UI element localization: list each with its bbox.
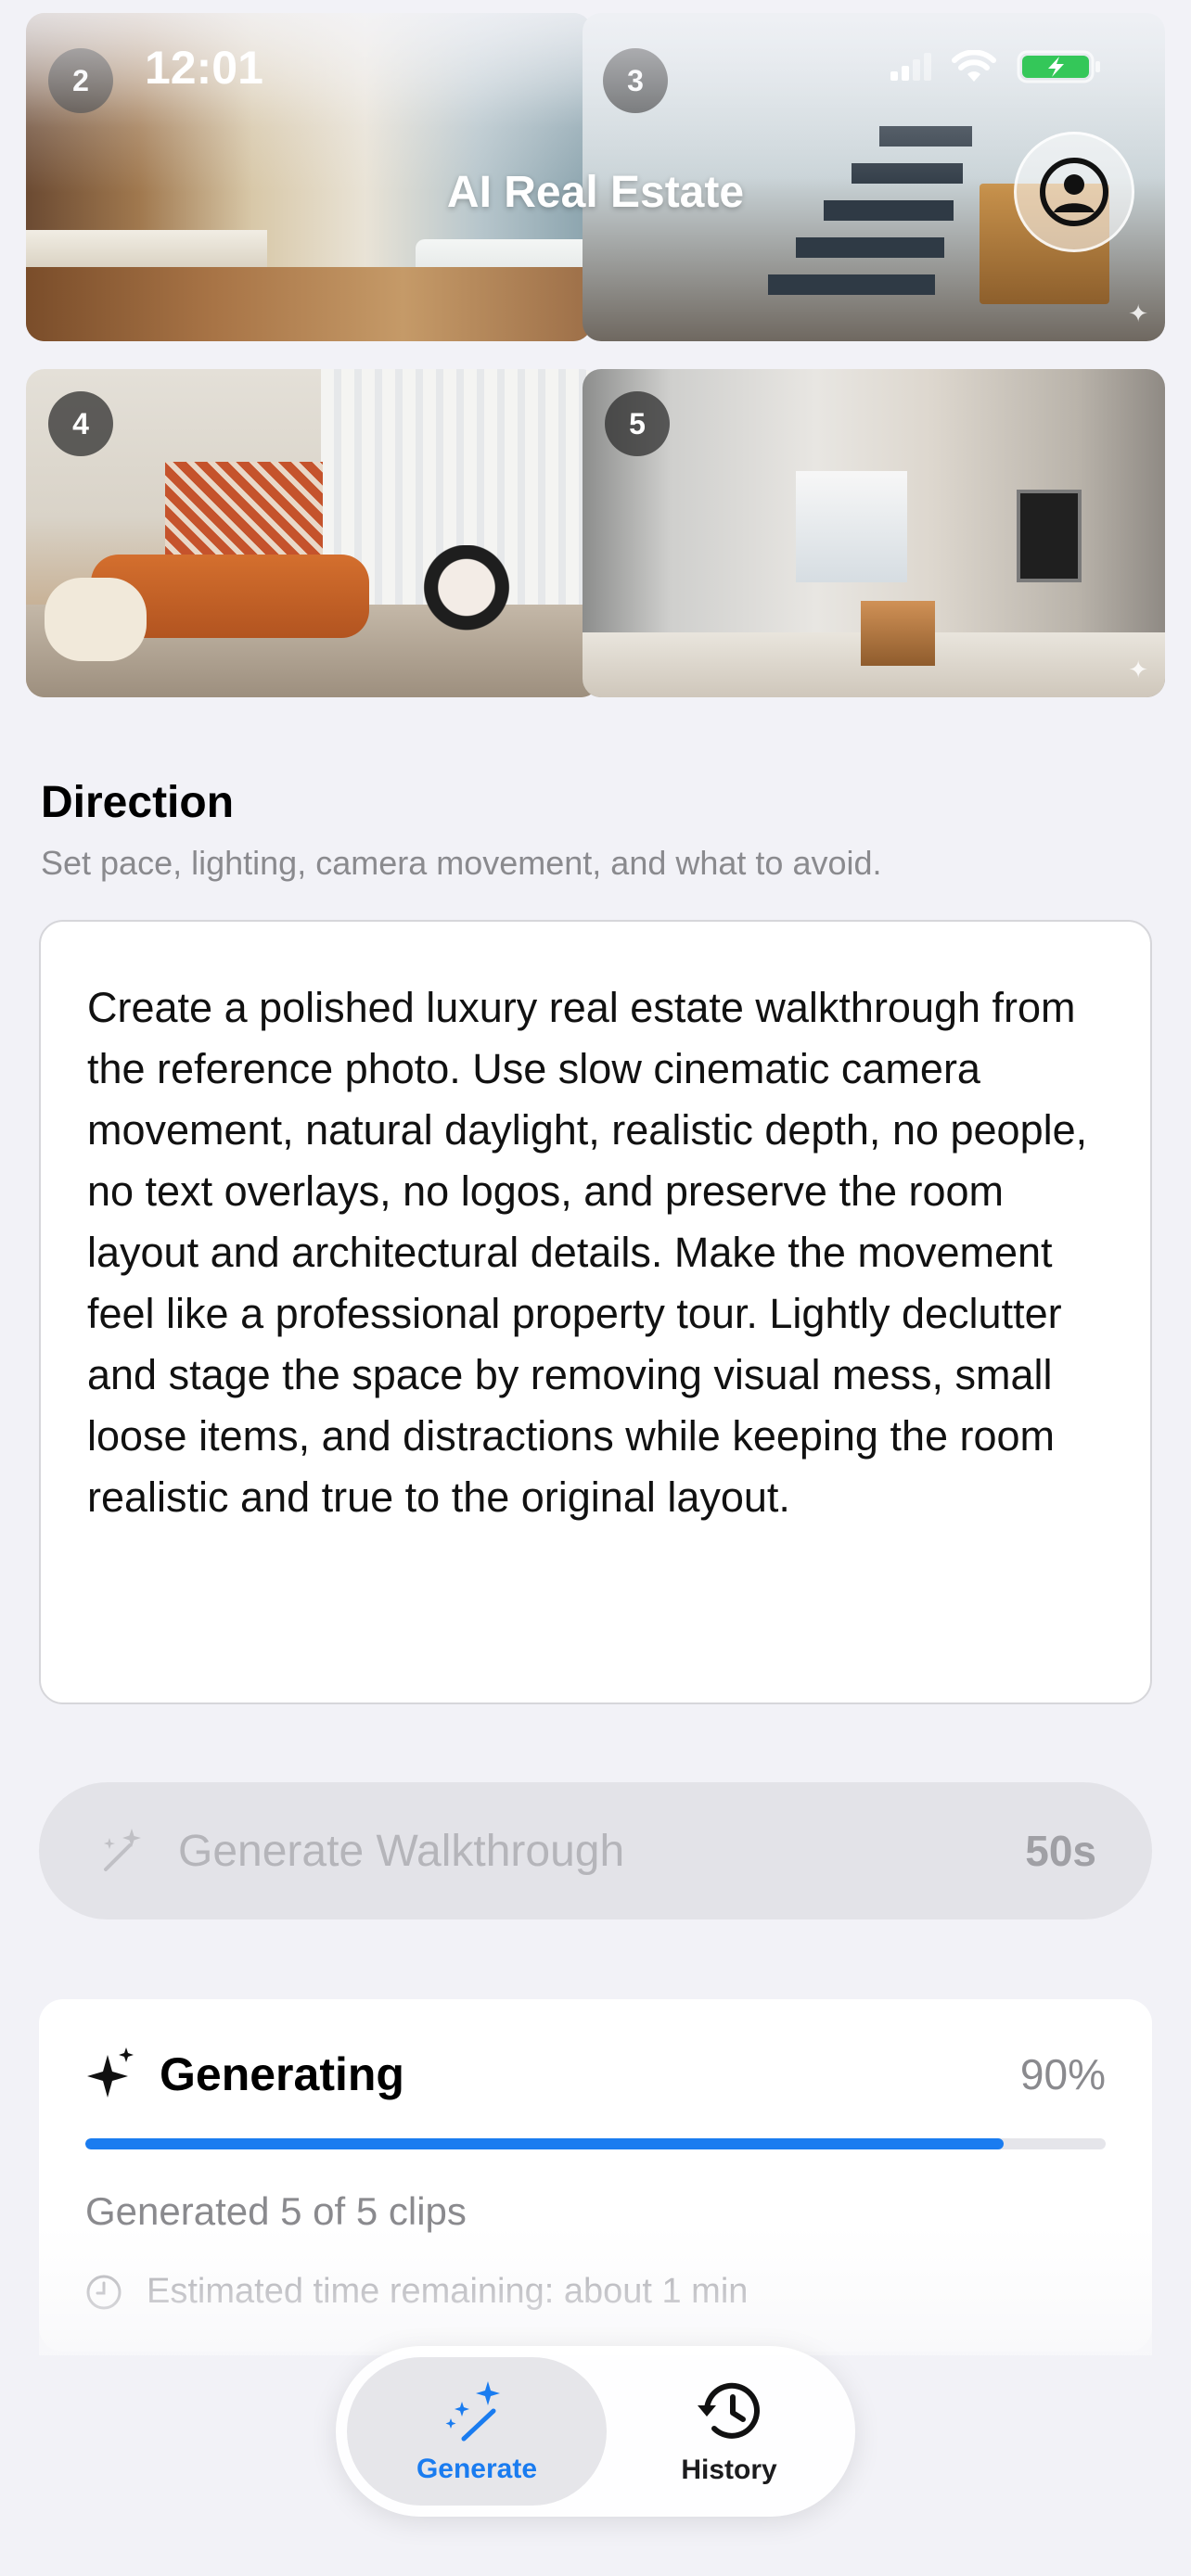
cellular-signal-icon xyxy=(890,53,931,81)
progress-percent: 90% xyxy=(1019,2050,1106,2098)
photo-kitchen xyxy=(583,369,1165,697)
clock-icon xyxy=(86,2275,122,2309)
direction-prompt-field[interactable]: Create a polished luxury real estate wal… xyxy=(39,920,1152,1704)
wifi-icon xyxy=(952,50,996,82)
clips-status: Generated 5 of 5 clips xyxy=(85,2189,467,2233)
direction-subtitle: Set pace, lighting, camera movement, and… xyxy=(41,844,882,882)
progress-bar-fill xyxy=(85,2138,1004,2149)
sparkle-icon: ✦ xyxy=(1128,656,1148,683)
direction-prompt-text: Create a polished luxury real estate wal… xyxy=(87,984,1088,1521)
photo-badge: 3 xyxy=(603,48,668,113)
status-icons xyxy=(890,48,1102,85)
tab-generate-label: Generate xyxy=(416,2454,538,2484)
photo-tile-5[interactable]: 5 ✦ xyxy=(583,369,1165,697)
sparkles-icon xyxy=(87,2047,134,2098)
eta-row: Estimated time remaining: about 1 min xyxy=(85,2272,748,2312)
person-circle-icon xyxy=(1040,158,1108,226)
generate-walkthrough-label: Generate Walkthrough xyxy=(178,1826,625,1876)
tab-generate[interactable]: Generate xyxy=(347,2357,607,2506)
photo-tile-4[interactable]: 4 xyxy=(26,369,599,697)
progress-title: Generating xyxy=(160,2048,404,2100)
photo-badge: 5 xyxy=(605,391,670,456)
photo-badge: 4 xyxy=(48,391,113,456)
progress-bar xyxy=(85,2138,1106,2149)
tab-history-label: History xyxy=(681,2455,777,2485)
generation-progress-card: Generating 90% Generated 5 of 5 clips Es… xyxy=(39,1999,1152,2352)
generate-duration: 50s xyxy=(1025,1827,1096,1875)
direction-title: Direction xyxy=(41,778,235,827)
tab-history[interactable]: History xyxy=(614,2357,844,2506)
profile-button[interactable] xyxy=(1014,132,1134,252)
status-time: 12:01 xyxy=(145,42,263,94)
generate-walkthrough-button[interactable]: Generate Walkthrough 50s xyxy=(39,1782,1152,1919)
eta-text: Estimated time remaining: about 1 min xyxy=(147,2272,749,2311)
battery-charging-icon xyxy=(1017,50,1100,83)
photo-badge: 2 xyxy=(48,48,113,113)
tab-bar: Generate History xyxy=(336,2346,855,2517)
sparkle-icon: ✦ xyxy=(1128,300,1148,327)
app-title: AI Real Estate xyxy=(446,168,745,217)
magic-wand-sparkles-icon xyxy=(445,2381,500,2442)
progress-header: Generating 90% xyxy=(85,2046,1106,2103)
clock-history-icon xyxy=(698,2382,760,2439)
magic-wand-sparkles-icon xyxy=(104,1829,141,1871)
